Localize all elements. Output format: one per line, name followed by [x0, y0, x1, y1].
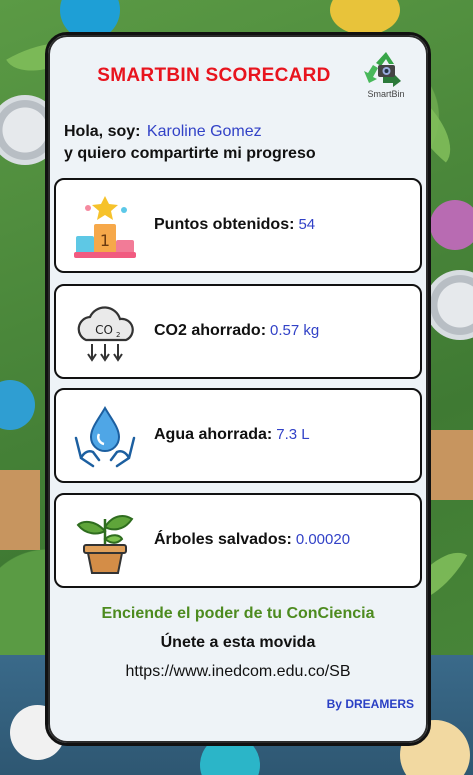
stat-row-water: Agua ahorrada: 7.3 L — [154, 426, 310, 444]
stat-row-points: Puntos obtenidos: 54 — [154, 216, 315, 234]
svg-text:CO: CO — [95, 323, 113, 337]
stat-value: 0.00020 — [295, 531, 351, 548]
greeting-line: Hola, soy: Karoline Gomez — [64, 123, 316, 141]
greeting-suffix: y quiero compartirte mi progreso — [64, 145, 316, 162]
stat-row-co2: CO2 ahorrado: 0.57 kg — [154, 322, 319, 340]
bottle-cap-decoration — [430, 200, 473, 250]
stat-card-water: Agua ahorrada: 7.3 L — [54, 388, 422, 483]
user-name: Karoline Gomez — [146, 123, 262, 140]
stat-label: Puntos obtenidos: — [154, 216, 295, 233]
stat-row-trees: Árboles salvados: 0.00020 — [154, 531, 350, 549]
bottle-cap-decoration — [0, 380, 35, 430]
svg-text:1: 1 — [100, 231, 110, 250]
recycle-camera-icon — [364, 52, 401, 87]
co2-cloud-icon: CO 2 — [72, 300, 138, 366]
credit-label: By DREAMERS — [326, 697, 414, 711]
bottle-cap-decoration — [330, 0, 400, 35]
website-link[interactable]: https://www.inedcom.edu.co/SB — [48, 663, 428, 681]
svg-text:2: 2 — [116, 331, 120, 339]
cardboard-decoration — [430, 430, 473, 500]
can-decoration — [425, 270, 473, 340]
stat-card-points: 1 Puntos obtenidos: 54 — [54, 178, 422, 273]
podium-icon: 1 — [72, 194, 138, 260]
stat-label: Árboles salvados: — [154, 531, 292, 548]
stat-label: Agua ahorrada: — [154, 426, 273, 443]
greeting-prefix: Hola, soy: — [64, 123, 141, 140]
stat-value: 7.3 L — [276, 426, 310, 443]
call-to-action: Únete a esta movida — [160, 634, 316, 651]
stat-card-trees: Árboles salvados: 0.00020 — [54, 493, 422, 588]
smartbin-logo: SmartBin — [354, 49, 418, 107]
plant-icon — [72, 509, 138, 575]
cardboard-decoration — [0, 470, 40, 550]
slogan: Enciende el poder de tu ConCiencia — [101, 605, 375, 622]
water-hands-icon — [72, 404, 138, 470]
scorecard-title: SMARTBIN SCORECARD — [97, 65, 331, 86]
greeting: Hola, soy: Karoline Gomez y quiero compa… — [64, 123, 316, 163]
logo-label: SmartBin — [367, 89, 405, 99]
stat-label: CO2 ahorrado: — [154, 322, 267, 339]
scorecard-panel: SMARTBIN SCORECARD SmartBin Hola, soy: K… — [45, 32, 431, 746]
stat-card-co2: CO 2 CO2 ahorrado: 0.57 kg — [54, 284, 422, 379]
stat-value: 54 — [298, 216, 316, 233]
stat-value: 0.57 kg — [270, 322, 320, 339]
